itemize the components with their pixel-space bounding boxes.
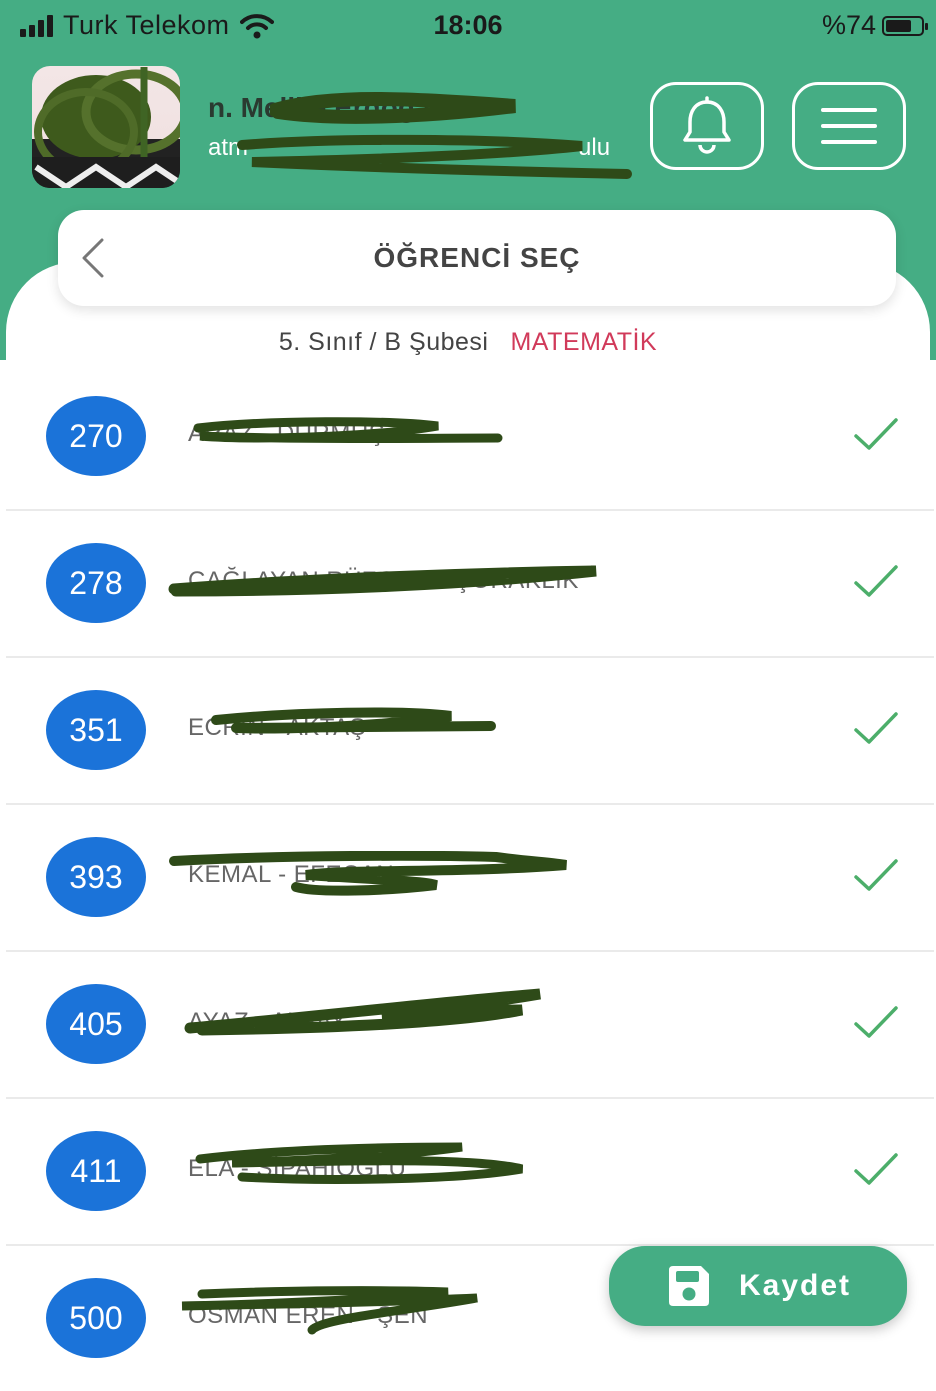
student-number-badge: 405 <box>46 984 146 1064</box>
redaction-scribble <box>181 1286 478 1335</box>
floppy-disk-icon <box>668 1266 709 1306</box>
student-list: 270 ARAZ - DURMUŞ 278 ÇAĞLAYAN RÜZGAR - … <box>0 364 936 1391</box>
check-icon[interactable] <box>852 855 900 895</box>
redaction-scribble <box>169 851 567 896</box>
hamburger-menu-icon <box>821 108 877 144</box>
class-subtitle: 5. Sınıf / B Şubesi MATEMATİK <box>0 328 936 357</box>
student-row[interactable]: 278 ÇAĞLAYAN RÜZGAR - ÇORAKLIK <box>6 511 934 658</box>
student-row[interactable]: 351 ECRİN - AKTAŞ <box>6 658 934 805</box>
student-number-badge: 270 <box>46 396 146 476</box>
menu-button[interactable] <box>792 82 906 170</box>
class-info: 5. Sınıf / B Şubesi <box>278 328 489 356</box>
save-button[interactable]: Kaydet <box>609 1246 907 1326</box>
avatar[interactable] <box>32 66 180 188</box>
student-row[interactable]: 405 AYAZ - ALPAY <box>6 952 934 1099</box>
redaction-scribble <box>168 565 597 597</box>
subject-label: MATEMATİK <box>510 328 658 356</box>
status-time: 18:06 <box>433 10 503 40</box>
student-number-badge: 393 <box>46 837 146 917</box>
student-number-badge: 411 <box>46 1131 146 1211</box>
save-button-label: Kaydet <box>738 1269 852 1302</box>
student-row[interactable]: 393 KEMAL - EFECAN <box>6 805 934 952</box>
title-card: ÖĞRENCİ SEÇ <box>58 210 896 306</box>
notifications-button[interactable] <box>650 82 764 170</box>
student-number-badge: 500 <box>46 1278 146 1358</box>
redaction-scribble <box>211 707 496 734</box>
redaction-scribble <box>237 134 632 179</box>
student-number-badge: 351 <box>46 690 146 770</box>
check-icon[interactable] <box>852 1149 900 1189</box>
page-title: ÖĞRENCİ SEÇ <box>373 242 581 273</box>
check-icon[interactable] <box>852 561 900 601</box>
battery-percent: %74 <box>821 10 876 40</box>
bell-icon <box>683 96 731 154</box>
redaction-scribble <box>193 417 503 443</box>
student-row[interactable]: 270 ARAZ - DURMUŞ <box>6 364 934 511</box>
status-bar: Turk Telekom 18:06 %74 <box>0 0 936 52</box>
check-icon[interactable] <box>852 708 900 748</box>
redaction-scribble <box>32 67 180 188</box>
battery-icon <box>882 15 928 36</box>
redaction-scribble <box>184 988 541 1036</box>
redaction-scribble <box>195 1142 524 1184</box>
student-row[interactable]: 411 ELA - SİPAHİOĞLU <box>6 1099 934 1246</box>
student-number-badge: 278 <box>46 543 146 623</box>
check-icon[interactable] <box>852 1002 900 1042</box>
redaction-scribble <box>270 92 516 124</box>
check-icon[interactable] <box>852 414 900 454</box>
